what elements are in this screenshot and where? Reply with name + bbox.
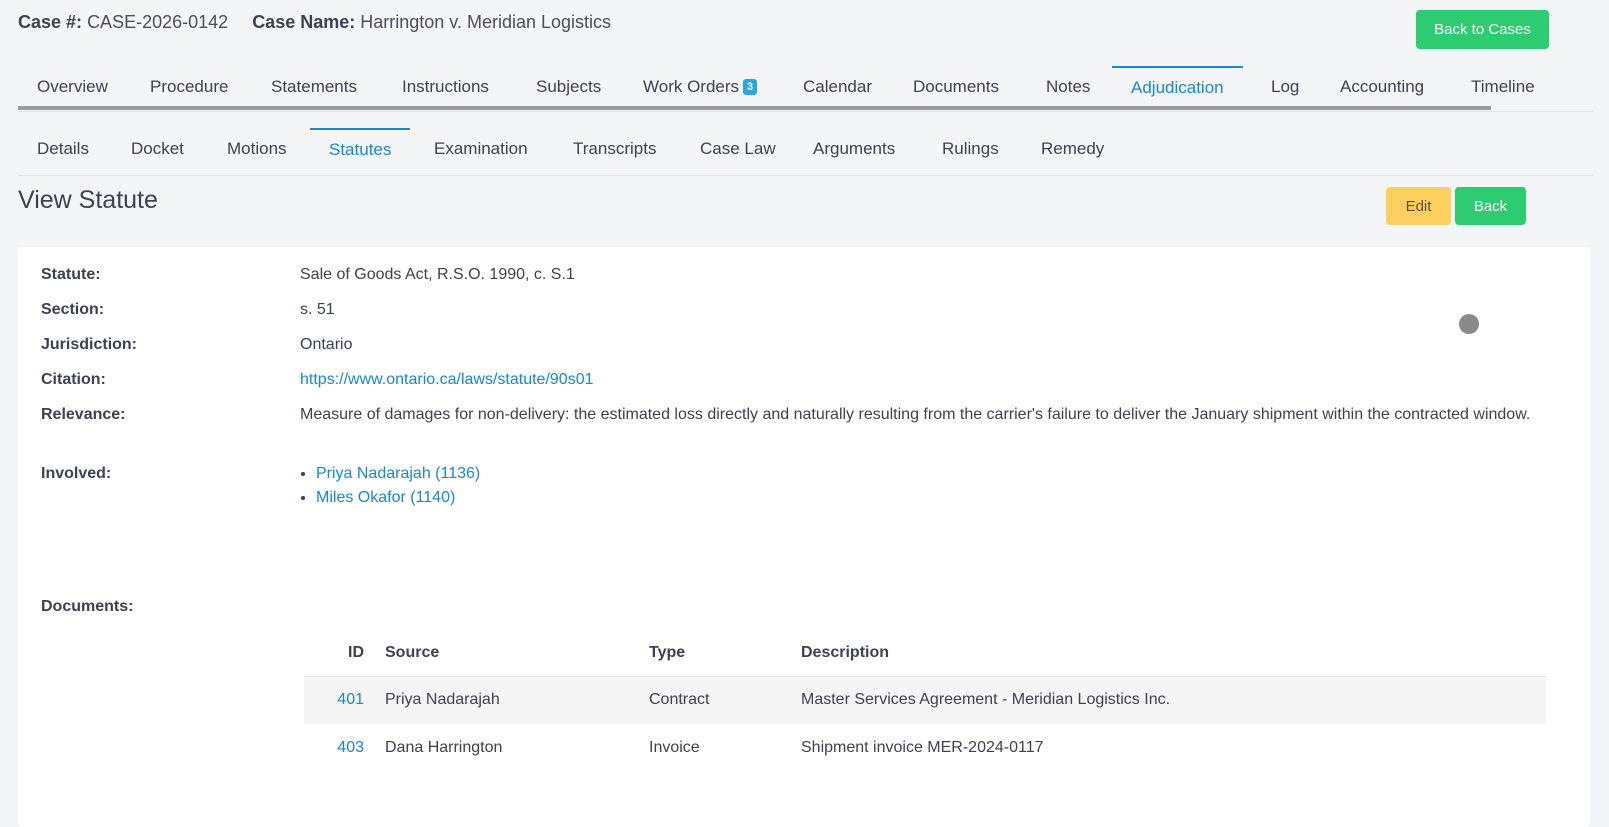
case-number: CASE-2026-0142	[87, 12, 229, 32]
document-id-link[interactable]: 401	[337, 691, 364, 708]
subtab-remedy[interactable]: Remedy	[1041, 128, 1104, 170]
case-number-label: Case #:	[18, 12, 83, 32]
document-id-link[interactable]: 403	[337, 739, 364, 756]
case-name-label: Case Name:	[252, 12, 356, 32]
col-description: Description	[801, 643, 890, 661]
col-id: ID	[348, 643, 364, 661]
document-description: Master Services Agreement - Meridian Log…	[800, 675, 1546, 724]
involved-link-2[interactable]: Miles Okafor (1140)	[316, 489, 455, 506]
tab-subjects[interactable]: Subjects	[536, 66, 601, 108]
table-row: 401 Priya Nadarajah Contract Master Serv…	[304, 675, 1546, 724]
tab-adjudication[interactable]: Adjudication	[1112, 66, 1243, 108]
subtab-docket[interactable]: Docket	[131, 128, 184, 170]
subtab-details[interactable]: Details	[37, 128, 89, 170]
col-type: Type	[649, 643, 686, 661]
subtab-transcripts[interactable]: Transcripts	[573, 128, 656, 170]
case-name: Harrington v. Meridian Logistics	[360, 12, 612, 32]
citation-label: Citation:	[41, 371, 106, 388]
section-label: Section:	[41, 301, 105, 318]
involved-link-1[interactable]: Priya Nadarajah (1136)	[316, 465, 480, 482]
back-to-cases-button[interactable]: Back to Cases	[1416, 10, 1549, 49]
table-row: 403 Dana Harrington Invoice Shipment inv…	[304, 724, 1546, 772]
citation-link[interactable]: https://www.ontario.ca/laws/statute/90s0…	[300, 368, 593, 392]
subtab-case-law[interactable]: Case Law	[700, 128, 776, 170]
relevance-label: Relevance:	[41, 406, 126, 423]
subtab-arguments[interactable]: Arguments	[813, 128, 895, 170]
relevance-value: Measure of damages for non-delivery: the…	[300, 406, 1531, 423]
mouse-cursor-indicator	[1459, 314, 1479, 334]
list-item: Priya Nadarajah (1136)	[316, 462, 480, 486]
document-description: Shipment invoice MER-2024-0117	[801, 739, 1044, 756]
tab-statements[interactable]: Statements	[271, 66, 357, 108]
tab-notes[interactable]: Notes	[1046, 66, 1090, 108]
tab-timeline[interactable]: Timeline	[1471, 66, 1535, 108]
page-title: View Statute	[18, 186, 158, 214]
document-source: Dana Harrington	[385, 739, 503, 756]
document-type: Contract	[648, 675, 800, 724]
involved-label: Involved:	[41, 465, 112, 482]
tab-overview[interactable]: Overview	[37, 66, 108, 108]
tab-log[interactable]: Log	[1271, 66, 1299, 108]
subtab-examination[interactable]: Examination	[434, 128, 528, 170]
tab-procedure[interactable]: Procedure	[150, 66, 228, 108]
table-header-row: ID Source Type Description	[304, 630, 1546, 676]
tab-work-orders[interactable]: Work Orders 3	[643, 66, 758, 108]
subtab-motions[interactable]: Motions	[227, 128, 287, 170]
document-type: Invoice	[649, 739, 700, 756]
statute-label: Statute:	[41, 266, 101, 283]
tab-accounting[interactable]: Accounting	[1340, 66, 1424, 108]
edit-button[interactable]: Edit	[1386, 187, 1451, 225]
documents-label: Documents:	[41, 598, 134, 615]
involved-list: Priya Nadarajah (1136) Miles Okafor (114…	[300, 462, 480, 510]
col-source: Source	[385, 643, 440, 661]
back-button[interactable]: Back	[1455, 187, 1526, 225]
tab-calendar[interactable]: Calendar	[803, 66, 872, 108]
jurisdiction-value: Ontario	[300, 336, 353, 353]
sub-tabs: Details Docket Motions Statutes Examinat…	[18, 128, 1593, 176]
tab-instructions[interactable]: Instructions	[402, 66, 489, 108]
work-orders-count-badge: 3	[743, 79, 758, 95]
list-item: Miles Okafor (1140)	[316, 486, 480, 510]
statute-value: Sale of Goods Act, R.S.O. 1990, c. S.1	[300, 266, 575, 283]
subtab-statutes[interactable]: Statutes	[310, 128, 411, 170]
jurisdiction-label: Jurisdiction:	[41, 336, 138, 353]
document-source: Priya Nadarajah	[384, 675, 648, 724]
statute-detail-card: Statute: Sale of Goods Act, R.S.O. 1990,…	[18, 247, 1590, 827]
documents-table: ID Source Type Description 401 Priya Nad…	[304, 630, 1546, 772]
case-header: Case #: CASE-2026-0142 Case Name: Harrin…	[18, 12, 611, 33]
main-tabs: Overview Procedure Statements Instructio…	[18, 66, 1593, 112]
section-value: s. 51	[300, 301, 335, 318]
subtab-rulings[interactable]: Rulings	[942, 128, 999, 170]
tab-documents[interactable]: Documents	[913, 66, 999, 108]
